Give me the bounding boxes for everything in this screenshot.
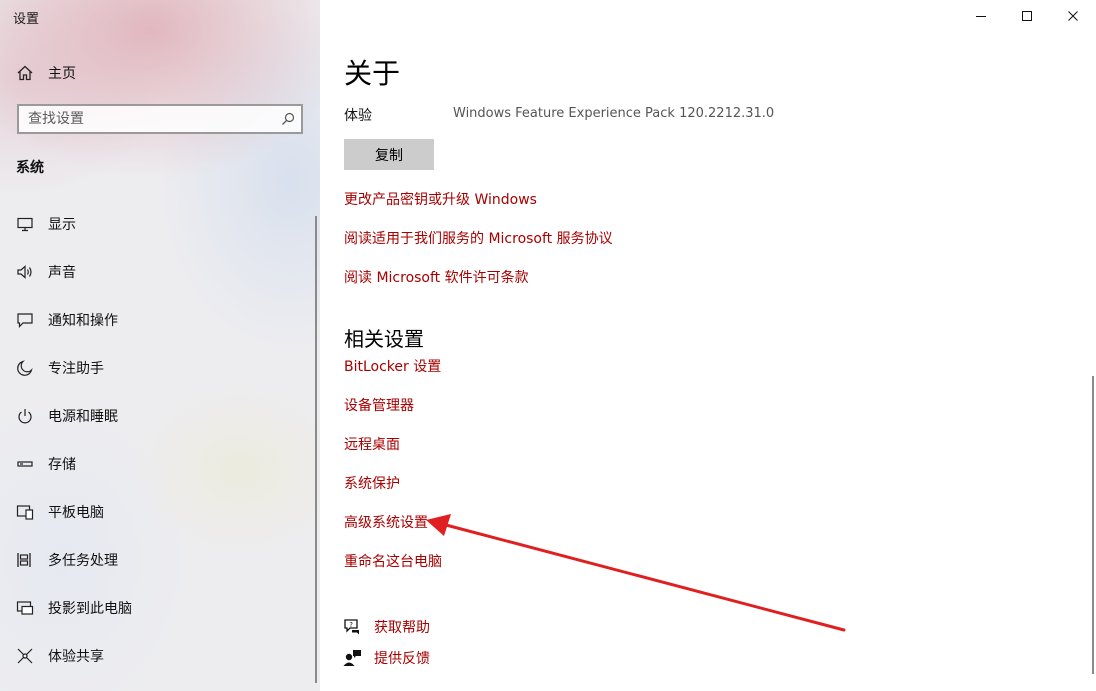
main-content: 关于 体验 Windows Feature Experience Pack 12… (320, 0, 1096, 691)
svg-text:?: ? (349, 621, 353, 629)
search-box[interactable] (17, 104, 303, 134)
feedback-link[interactable]: 提供反馈 (374, 648, 430, 668)
device-manager-link[interactable]: 设备管理器 (344, 395, 414, 415)
project-icon (16, 601, 34, 615)
experience-label: 体验 (344, 108, 372, 124)
sidebar-item-label: 存储 (48, 457, 76, 473)
power-icon (18, 409, 32, 424)
tablet-icon (16, 505, 34, 520)
maximize-icon (1022, 11, 1032, 21)
sidebar-scrollbar[interactable] (315, 216, 317, 683)
speaker-icon (17, 265, 32, 279)
feedback-icon (343, 650, 361, 666)
license-terms-link[interactable]: 阅读 Microsoft 软件许可条款 (344, 267, 529, 287)
window-controls (958, 0, 1096, 32)
service-agreement-link[interactable]: 阅读适用于我们服务的 Microsoft 服务协议 (344, 228, 613, 248)
sidebar-item-notifications[interactable]: 通知和操作 (0, 296, 316, 344)
help-chat-icon: ? (344, 619, 359, 635)
get-help-link[interactable]: 获取帮助 (374, 617, 430, 637)
search-icon[interactable] (281, 112, 295, 126)
sidebar-item-label: 专注助手 (48, 361, 104, 377)
page-title: 关于 (344, 57, 401, 90)
remote-desktop-link[interactable]: 远程桌面 (344, 434, 400, 454)
sidebar-item-project[interactable]: 投影到此电脑 (0, 584, 316, 632)
sidebar-item-label: 投影到此电脑 (48, 601, 132, 617)
sidebar-item-label: 体验共享 (48, 649, 104, 665)
sidebar-nav: 显示 声音 通知和操作 专注助手 电源和睡眠 存储 平板电脑 多任务处理 投影到… (0, 200, 316, 680)
sidebar-item-multitasking[interactable]: 多任务处理 (0, 536, 316, 584)
sidebar-item-label: 平板电脑 (48, 505, 104, 521)
share-icon (17, 648, 33, 664)
sidebar-item-label: 通知和操作 (48, 313, 118, 329)
sidebar-item-sound[interactable]: 声音 (0, 248, 316, 296)
related-settings-title: 相关设置 (344, 327, 424, 351)
app-title: 设置 (13, 12, 40, 27)
sidebar-item-label: 电源和睡眠 (48, 409, 118, 425)
sidebar: 设置 主页 系统 显示 声音 (0, 0, 320, 691)
section-title: 系统 (16, 160, 44, 176)
sidebar-item-power[interactable]: 电源和睡眠 (0, 392, 316, 440)
display-icon (17, 217, 33, 232)
notification-icon (17, 313, 33, 328)
advanced-system-settings-link[interactable]: 高级系统设置 (344, 512, 428, 532)
change-product-key-link[interactable]: 更改产品密钥或升级 Windows (344, 189, 537, 209)
sidebar-item-label: 声音 (48, 265, 76, 281)
feedback-row[interactable]: 提供反馈 (342, 647, 430, 669)
sidebar-item-shared-experiences[interactable]: 体验共享 (0, 632, 316, 680)
sidebar-item-storage[interactable]: 存储 (0, 440, 316, 488)
sidebar-item-label: 主页 (48, 66, 76, 82)
close-icon (1068, 11, 1078, 21)
main-scrollbar[interactable] (1092, 376, 1094, 674)
moon-icon (17, 360, 33, 376)
rename-pc-link[interactable]: 重命名这台电脑 (344, 551, 442, 571)
experience-value: Windows Feature Experience Pack 120.2212… (453, 106, 775, 121)
minimize-button[interactable] (958, 0, 1004, 32)
sidebar-item-display[interactable]: 显示 (0, 200, 316, 248)
sidebar-item-home[interactable]: 主页 (16, 62, 76, 84)
system-protection-link[interactable]: 系统保护 (344, 473, 400, 493)
storage-icon (17, 461, 33, 467)
sidebar-item-focus-assist[interactable]: 专注助手 (0, 344, 316, 392)
home-icon (17, 65, 33, 81)
minimize-icon (976, 16, 986, 17)
maximize-button[interactable] (1004, 0, 1050, 32)
close-button[interactable] (1050, 0, 1096, 32)
search-input[interactable] (19, 106, 278, 132)
get-help-row[interactable]: ? 获取帮助 (342, 616, 430, 638)
bitlocker-settings-link[interactable]: BitLocker 设置 (344, 356, 441, 376)
sidebar-item-tablet[interactable]: 平板电脑 (0, 488, 316, 536)
sidebar-item-label: 显示 (48, 217, 76, 233)
multitasking-icon (17, 553, 31, 567)
sidebar-item-label: 多任务处理 (48, 553, 118, 569)
copy-button[interactable]: 复制 (344, 139, 434, 170)
